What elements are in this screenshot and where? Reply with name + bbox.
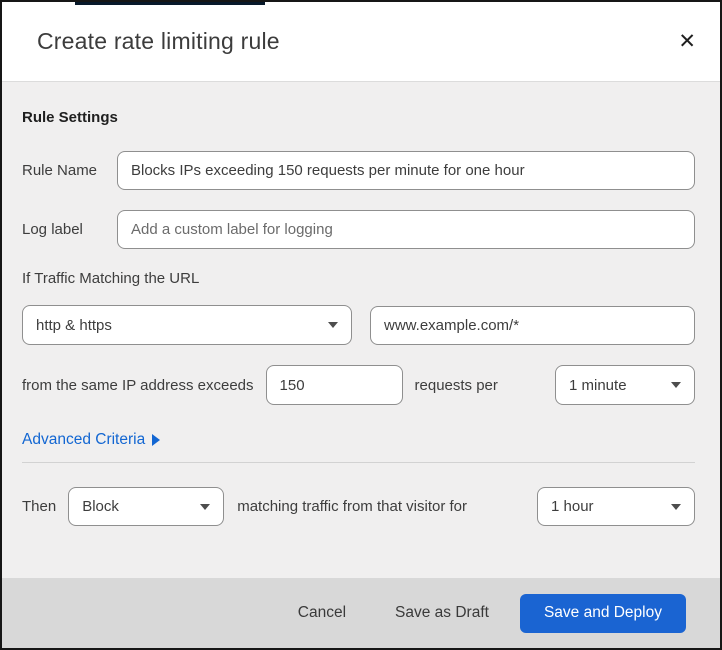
threshold-suffix-text: requests per	[414, 376, 498, 394]
period-select[interactable]: 1 minute	[555, 365, 695, 405]
chevron-down-icon	[671, 503, 681, 510]
rule-settings-heading: Rule Settings	[22, 109, 118, 126]
rule-name-input[interactable]	[117, 151, 695, 190]
url-input-wrap	[370, 305, 695, 345]
dialog-title: Create rate limiting rule	[37, 28, 280, 54]
action-row: Then Block matching traffic from that vi…	[22, 487, 695, 526]
advanced-criteria-label: Advanced Criteria	[22, 431, 146, 448]
close-icon[interactable]: ✕	[674, 29, 700, 54]
dialog-body: Rule Settings Rule Name Log label If Tra…	[2, 82, 720, 526]
traffic-match-row: http & https	[22, 305, 695, 345]
action-prefix-text: Then	[22, 498, 57, 515]
url-pattern-input[interactable]	[370, 305, 695, 345]
chevron-right-icon	[152, 434, 161, 446]
scheme-select[interactable]: http & https	[22, 305, 352, 345]
log-label-row: Log label	[22, 210, 695, 249]
action-middle-text: matching traffic from that visitor for	[237, 498, 468, 515]
action-select[interactable]: Block	[68, 487, 225, 526]
section-divider	[22, 462, 695, 463]
advanced-criteria-link[interactable]: Advanced Criteria	[22, 431, 161, 449]
threshold-row: from the same IP address exceeds request…	[22, 365, 695, 405]
scheme-select-value: http & https	[36, 316, 112, 334]
save-as-draft-button[interactable]: Save as Draft	[393, 600, 491, 626]
rule-name-row: Rule Name	[22, 151, 695, 190]
request-count-input[interactable]	[265, 365, 403, 405]
rule-name-label: Rule Name	[22, 162, 98, 179]
threshold-prefix-text: from the same IP address exceeds	[22, 376, 254, 394]
save-and-deploy-button[interactable]: Save and Deploy	[519, 593, 686, 633]
cancel-button[interactable]: Cancel	[296, 600, 348, 626]
dialog-footer: Cancel Save as Draft Save and Deploy	[2, 578, 720, 648]
chevron-down-icon	[200, 503, 211, 510]
chevron-down-icon	[671, 382, 681, 388]
period-select-value: 1 minute	[569, 376, 627, 394]
background-page-strip	[75, 2, 265, 5]
duration-select[interactable]: 1 hour	[537, 487, 695, 526]
duration-select-value: 1 hour	[551, 498, 594, 515]
log-label-input[interactable]	[117, 210, 695, 249]
chevron-down-icon	[328, 322, 338, 328]
log-label-label: Log label	[22, 221, 83, 238]
action-select-value: Block	[82, 498, 119, 515]
dialog-header: Create rate limiting rule ✕	[2, 2, 720, 82]
traffic-match-intro: If Traffic Matching the URL	[22, 270, 200, 287]
